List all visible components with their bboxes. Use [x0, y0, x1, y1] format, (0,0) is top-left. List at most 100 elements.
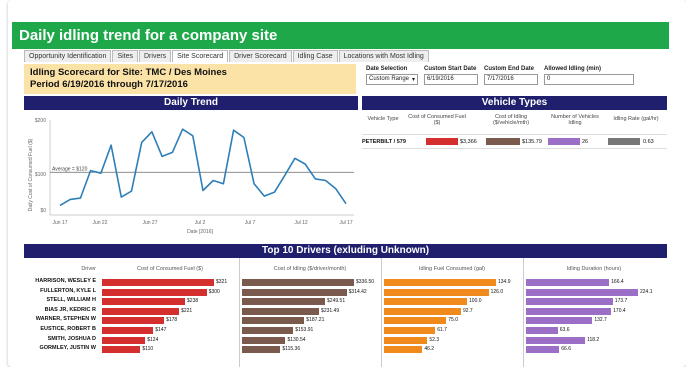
tab-bar: Opportunity Identification Sites Drivers…: [24, 50, 430, 64]
vt-header-divider: [362, 134, 667, 135]
driver-gal-bar: [384, 288, 489, 296]
driver-gal-bar: [384, 336, 428, 344]
vt-rate-bar: [608, 138, 640, 145]
driver-fuel-value: $147: [155, 327, 167, 333]
driver-name: WARNER, STEPHEN W: [35, 316, 96, 323]
vt-rate-value: 0.63: [643, 139, 654, 145]
scorecard-period: Period 6/19/2016 through 7/17/2016: [30, 79, 188, 90]
banner-title: Daily idling trend for a company site: [12, 22, 669, 49]
driver-gal-value: 134.9: [498, 279, 511, 285]
tab-site-scorecard[interactable]: Site Scorecard: [172, 50, 229, 62]
driver-hours-value: 66.6: [561, 346, 572, 353]
y-axis-label: Daily Cost of Consumed Fuel ($): [28, 138, 34, 211]
vt-row-type: PETERBILT / 579: [362, 139, 406, 145]
driver-hours-bar: [526, 317, 593, 325]
x-axis-label: Date [2016]: [187, 229, 213, 235]
driver-hours-value: 63.6: [559, 327, 570, 333]
driver-gal-bar: [384, 346, 423, 354]
vt-idling-value: $135.79: [522, 139, 542, 145]
driver-idling-bar: [242, 317, 305, 325]
x-tick-jun22: Jun 22: [92, 220, 107, 226]
tab-drivers[interactable]: Drivers: [139, 50, 172, 62]
driver-hours-value: 166.4: [611, 279, 624, 285]
driver-idling-bar: [242, 327, 294, 334]
tab-idling-case[interactable]: Idling Case: [292, 50, 338, 62]
driver-fuel-value: $110: [142, 346, 154, 353]
driver-gal-bar: [384, 317, 447, 325]
x-tick-jul7: Jul 7: [245, 220, 256, 226]
table-row: GORMLEY, JUSTIN W $110 $115.36 46.2 66.6: [24, 345, 667, 354]
driver-hours-bar: [526, 298, 613, 306]
driver-fuel-bar: [102, 298, 186, 306]
scorecard-site: Idling Scorecard for Site: TMC / Des Moi…: [30, 67, 227, 78]
daily-trend-svg: Daily Cost of Consumed Fuel ($) $200 $10…: [28, 118, 354, 235]
driver-gal-value: 92.7: [462, 307, 473, 314]
daily-trend-chart: Daily Cost of Consumed Fuel ($) $200 $10…: [24, 110, 358, 240]
date-selection-dropdown[interactable]: Custom Range ▾: [366, 74, 418, 85]
daily-trend-title: Daily Trend: [24, 96, 358, 110]
scorecard-header: Idling Scorecard for Site: TMC / Des Moi…: [24, 64, 356, 94]
driver-gal-bar: [384, 279, 496, 286]
driver-fuel-value: $124: [147, 336, 159, 343]
driver-hours-bar: [526, 279, 610, 286]
td-header-fuel: Cost of Consumed Fuel ($): [136, 266, 204, 272]
driver-fuel-bar: [102, 327, 154, 334]
driver-gal-value: 75.0: [448, 317, 458, 324]
table-row: HARRISON, WESLEY E $321 $336.50 134.9 166.4: [24, 278, 667, 287]
table-row: EUSTICE, ROBERT B $147 $153.91 61.7 63.6: [24, 326, 667, 335]
driver-hours-value: 224.1: [640, 288, 653, 295]
table-row: WARNER, STEPHEN W $178 $187.21 75.0 132.7: [24, 316, 667, 325]
vt-row-divider: [362, 148, 667, 149]
x-tick-jul12: Jul 12: [294, 220, 308, 226]
tab-sites[interactable]: Sites: [112, 50, 138, 62]
y-tick-200: $200: [35, 118, 46, 124]
driver-idling-value: $249.51: [327, 298, 346, 305]
driver-idling-value: $153.91: [295, 327, 314, 333]
vt-header-fuel: Cost of Consumed Fuel ($): [408, 114, 466, 126]
driver-fuel-bar: [102, 279, 214, 286]
vt-header-rate: Idling Rate (gal/hr): [613, 116, 659, 122]
driver-fuel-bar: [102, 288, 207, 296]
driver-gal-value: 126.0: [490, 288, 504, 295]
end-date-label: Custom End Date: [484, 66, 535, 72]
y-tick-0: $0: [40, 208, 46, 214]
td-header-idling: Cost of Idling ($/driver/month): [273, 266, 347, 272]
average-label: Average = $120: [52, 166, 88, 172]
driver-name: FULLERTON, KYLE L: [40, 287, 96, 294]
driver-gal-bar: [384, 298, 468, 306]
driver-fuel-bar: [102, 336, 146, 344]
td-header-gal: Idling Fuel Consumed (gal): [418, 266, 486, 272]
driver-name: SMITH, JOSHUA D: [47, 335, 96, 342]
x-tick-jul17: Jul 17: [339, 220, 353, 226]
table-row: SMITH, JOSHUA D $124 $130.54 52.3 118.2: [24, 336, 667, 345]
driver-gal-bar: [384, 307, 461, 315]
vt-header-idling: Cost of Idling ($/vehicle/mth): [492, 114, 530, 126]
allowed-idling-label: Allowed Idling (min): [544, 66, 601, 72]
driver-hours-value: 132.7: [594, 317, 607, 324]
tab-locations-most-idling[interactable]: Locations with Most Idling: [338, 50, 429, 62]
driver-gal-value: 52.3: [429, 336, 440, 343]
end-date-input[interactable]: 7/17/2016: [484, 74, 538, 85]
driver-hours-bar: [526, 346, 560, 354]
vt-fuel-value: $3,366: [460, 139, 477, 145]
driver-name: BIAS JR, KEDRIC R: [44, 306, 96, 313]
driver-fuel-bar: [102, 307, 180, 315]
start-date-input[interactable]: 6/19/2016: [424, 74, 478, 85]
vt-header-vehicles: Number of Vehicles Idling: [551, 114, 599, 126]
allowed-idling-input[interactable]: 0: [544, 74, 634, 85]
driver-fuel-value: $321: [216, 279, 228, 285]
driver-idling-value: $336.50: [356, 279, 375, 285]
x-tick-jun17: Jun 17: [52, 220, 67, 226]
vt-fuel-bar: [426, 138, 458, 145]
driver-fuel-value: $221: [181, 307, 193, 314]
trend-series-line: [59, 128, 347, 207]
driver-name: GORMLEY, JUSTIN W: [39, 345, 96, 352]
tab-opportunity-identification[interactable]: Opportunity Identification: [24, 50, 112, 62]
driver-idling-value: $115.36: [282, 346, 301, 353]
tab-driver-scorecard[interactable]: Driver Scorecard: [229, 50, 292, 62]
x-tick-jul2: Jul 2: [195, 220, 206, 226]
driver-idling-value: $130.54: [287, 336, 306, 343]
chevron-down-icon: ▾: [411, 77, 415, 83]
driver-idling-value: $314.42: [348, 288, 367, 295]
driver-gal-value: 100.0: [469, 298, 482, 305]
